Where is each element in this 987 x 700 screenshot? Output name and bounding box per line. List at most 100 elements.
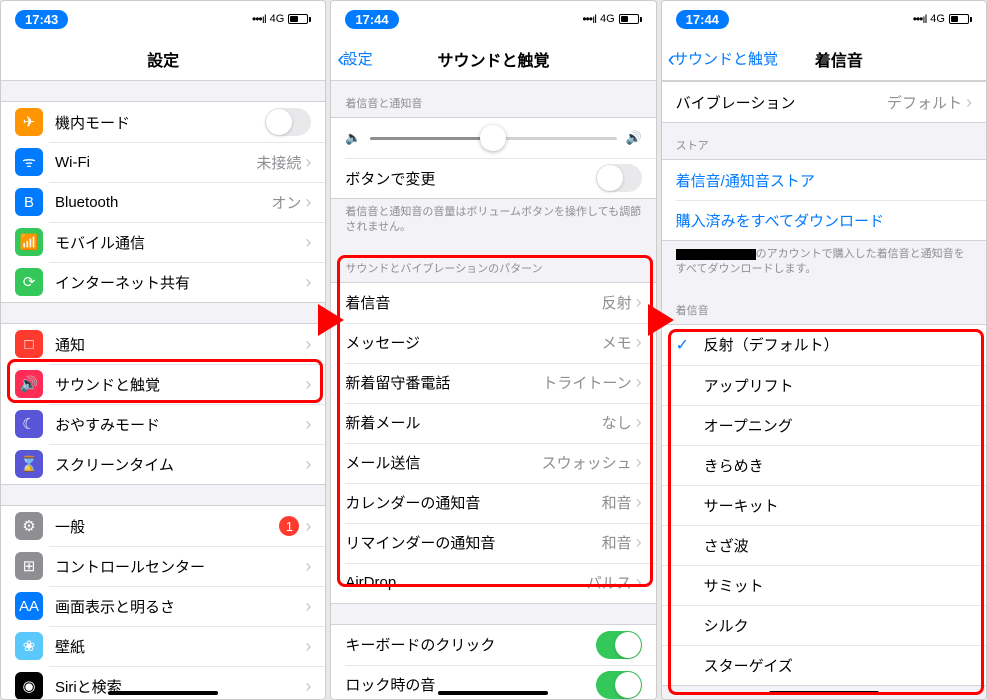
status-bar: 17:44 •••ıl 4G <box>331 1 655 37</box>
settings-row[interactable]: ⌛スクリーンタイム› <box>1 444 325 484</box>
settings-row[interactable]: ⟳インターネット共有› <box>1 262 325 302</box>
toggle-button-change[interactable] <box>596 164 642 192</box>
row-label: 一般 <box>55 516 279 537</box>
battery-icon <box>949 14 972 24</box>
redacted-account <box>676 249 756 260</box>
chevron-right-icon: › <box>636 332 642 353</box>
ringtone-row[interactable]: ✓反射（デフォルト） <box>662 325 986 365</box>
settings-row[interactable]: ❀壁紙› <box>1 626 325 666</box>
pattern-row[interactable]: 新着メールなし› <box>331 403 655 443</box>
pattern-row[interactable]: AirDropパルス› <box>331 563 655 603</box>
settings-row[interactable]: 🔊サウンドと触覚› <box>1 364 325 404</box>
row-icon: 📶 <box>15 228 43 256</box>
ringtone-row[interactable]: サーキット <box>662 485 986 525</box>
status-right: •••ıl 4G <box>913 12 972 26</box>
scroll-area[interactable]: バイブレーション デフォルト › ストア 着信音/通知音ストア 購入済みをすべて… <box>662 81 986 699</box>
row-value: トライトーン <box>542 372 631 393</box>
home-indicator[interactable] <box>769 691 879 695</box>
row-label: インターネット共有 <box>55 272 305 293</box>
ringtone-row[interactable]: サミット <box>662 565 986 605</box>
row-icon: ⌛ <box>15 450 43 478</box>
pattern-row[interactable]: カレンダーの通知音和音› <box>331 483 655 523</box>
nav-bar: ‹ 設定 サウンドと触覚 <box>331 37 655 81</box>
nav-title: 着信音 <box>815 47 863 71</box>
nav-title: 設定 <box>147 47 179 71</box>
settings-row[interactable]: ᯤWi-Fi未接続› <box>1 142 325 182</box>
nav-title: サウンドと触覚 <box>437 47 549 71</box>
row-label: スクリーンタイム <box>55 454 305 475</box>
arrow-icon <box>318 304 344 336</box>
ringtone-row[interactable]: スターゲイズ <box>662 645 986 685</box>
toggle[interactable] <box>265 108 311 136</box>
back-button[interactable]: ‹ サウンドと触覚 <box>668 48 778 70</box>
settings-row[interactable]: ⊞コントロールセンター› <box>1 546 325 586</box>
back-button[interactable]: ‹ 設定 <box>337 48 372 70</box>
row-value: 和音 <box>602 492 632 513</box>
ringtone-row[interactable]: アップリフト <box>662 365 986 405</box>
chevron-right-icon: › <box>305 596 311 617</box>
row-label: おやすみモード <box>55 414 305 435</box>
pattern-row[interactable]: リマインダーの通知音和音› <box>331 523 655 563</box>
row-icon: ✈ <box>15 108 43 136</box>
button-change-row[interactable]: ボタンで変更 <box>331 158 655 198</box>
check-icon: ✓ <box>676 335 700 355</box>
pattern-row[interactable]: 新着留守番電話トライトーン› <box>331 363 655 403</box>
ringtone-label: きらめき <box>704 455 972 476</box>
row-value: 和音 <box>602 532 632 553</box>
chevron-right-icon: › <box>305 374 311 395</box>
tone-store-link[interactable]: 着信音/通知音ストア <box>662 160 986 200</box>
row-label: ボタンで変更 <box>345 168 595 189</box>
toggle-lock-sound[interactable] <box>596 671 642 699</box>
scroll-area[interactable]: 着信音と通知音 🔈 🔊 ボタンで変更 着信音と通知音の音量はボリュームボタンを操… <box>331 81 655 699</box>
settings-row[interactable]: ✈機内モード <box>1 102 325 142</box>
row-value: 未接続 <box>256 152 301 173</box>
row-icon: □ <box>15 330 43 358</box>
download-purchased-link[interactable]: 購入済みをすべてダウンロード <box>662 200 986 240</box>
ringtone-row[interactable]: さざ波 <box>662 525 986 565</box>
pattern-row[interactable]: メッセージメモ› <box>331 323 655 363</box>
keyboard-click-row[interactable]: キーボードのクリック <box>331 625 655 665</box>
chevron-right-icon: › <box>305 152 311 173</box>
settings-row[interactable]: ⚙一般1› <box>1 506 325 546</box>
chevron-right-icon: › <box>305 334 311 355</box>
scroll-area[interactable]: ✈機内モードᯤWi-Fi未接続›BBluetoothオン›📶モバイル通信›⟳イン… <box>1 81 325 699</box>
chevron-right-icon: › <box>636 572 642 593</box>
row-label: 着信音/通知音ストア <box>676 170 972 191</box>
chevron-right-icon: › <box>305 636 311 657</box>
settings-row[interactable]: BBluetoothオン› <box>1 182 325 222</box>
toggle-keyboard-click[interactable] <box>596 631 642 659</box>
settings-row[interactable]: 📶モバイル通信› <box>1 222 325 262</box>
settings-row[interactable]: ☾おやすみモード› <box>1 404 325 444</box>
ringtone-row[interactable]: シルク <box>662 605 986 645</box>
settings-row[interactable]: AA画面表示と明るさ› <box>1 586 325 626</box>
network-label: 4G <box>930 13 945 25</box>
row-label: AirDrop <box>345 574 586 591</box>
back-label: サウンドと触覚 <box>673 48 778 69</box>
volume-slider-row[interactable]: 🔈 🔊 <box>331 118 655 158</box>
ringtone-row[interactable]: きらめき <box>662 445 986 485</box>
ringtone-label: さざ波 <box>704 535 972 556</box>
pattern-row[interactable]: メール送信スウォッシュ› <box>331 443 655 483</box>
ringtone-label: シルク <box>704 615 972 636</box>
nav-bar: ‹ サウンドと触覚 着信音 <box>662 37 986 81</box>
status-bar: 17:43 •••ıl 4G <box>1 1 325 37</box>
pattern-row[interactable]: 着信音反射› <box>331 283 655 323</box>
vibration-row[interactable]: バイブレーション デフォルト › <box>662 82 986 122</box>
section-header-patterns: サウンドとバイブレーションのパターン <box>331 246 655 282</box>
settings-row[interactable]: □通知› <box>1 324 325 364</box>
chevron-right-icon: › <box>966 92 972 113</box>
row-icon: ☾ <box>15 410 43 438</box>
chevron-right-icon: › <box>636 492 642 513</box>
row-label: 着信音 <box>345 292 601 313</box>
status-right: •••ıl 4G <box>582 12 641 26</box>
home-indicator[interactable] <box>438 691 548 695</box>
row-icon: ⊞ <box>15 552 43 580</box>
ringtone-label: スターゲイズ <box>704 655 972 676</box>
row-value: なし <box>602 412 632 433</box>
speaker-low-icon: 🔈 <box>345 130 361 146</box>
ringtone-row[interactable]: オープニング <box>662 405 986 445</box>
home-indicator[interactable] <box>108 691 218 695</box>
ringtone-screen: 17:44 •••ıl 4G ‹ サウンドと触覚 着信音 バイブレーション デフ… <box>661 0 987 700</box>
volume-slider[interactable] <box>370 137 618 140</box>
battery-icon <box>288 14 311 24</box>
